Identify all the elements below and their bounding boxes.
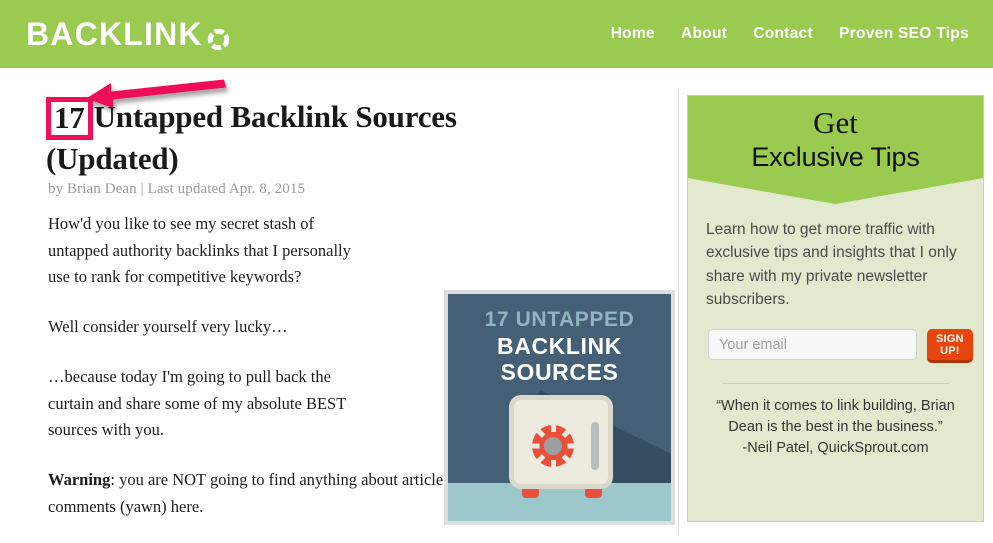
- post-meta: by Brian Dean | Last updated Apr. 8, 201…: [48, 181, 306, 197]
- optin-divider: [722, 383, 949, 384]
- safe-handle-icon: [591, 422, 599, 470]
- optin-title-line-2: Exclusive Tips: [751, 142, 920, 173]
- optin-title-line-1: Get: [813, 105, 858, 140]
- email-field[interactable]: [708, 329, 917, 360]
- main-navigation: Home About Contact Proven SEO Tips: [611, 25, 969, 43]
- optin-description: Learn how to get more traffic with exclu…: [706, 221, 957, 308]
- featured-image-headline-line-a: BACKLINK: [497, 333, 622, 359]
- paragraph-2: Well consider yourself very lucky…: [48, 317, 288, 337]
- featured-image-headline-top: 17 UNTAPPED: [484, 308, 635, 331]
- column-divider: [678, 88, 679, 535]
- paragraph-3: …because today I'm going to pull back th…: [48, 366, 347, 440]
- safe-dial-icon: [531, 424, 575, 468]
- signup-button[interactable]: SIGN UP!: [927, 329, 973, 363]
- optin-form: SIGN UP!: [708, 329, 973, 363]
- featured-image: 17 UNTAPPED BACKLINK SOURCES: [444, 290, 675, 525]
- site-logo[interactable]: BACKLINK: [26, 18, 231, 50]
- featured-image-headline-main: BACKLINK SOURCES: [448, 333, 671, 386]
- dashed-circle-o-icon: [206, 23, 231, 50]
- nav-link-home[interactable]: Home: [611, 25, 655, 43]
- testimonial-line-2: Dean is the best in the business.”: [728, 419, 943, 436]
- title-highlight-badge: 17: [46, 97, 93, 140]
- nav-link-contact[interactable]: Contact: [753, 25, 813, 43]
- nav-link-proven-seo-tips[interactable]: Proven SEO Tips: [839, 25, 969, 43]
- paragraph-1: How'd you like to see my secret stash of…: [48, 214, 351, 287]
- warning-label: Warning: [48, 470, 111, 490]
- testimonial: “When it comes to link building, Brian D…: [702, 396, 969, 459]
- sidebar-optin-widget: Get Exclusive Tips Learn how to get more…: [687, 95, 984, 522]
- title-text: Untapped Backlink Sources (Updated): [46, 99, 457, 176]
- featured-image-canvas: 17 UNTAPPED BACKLINK SOURCES: [448, 294, 671, 521]
- optin-header: Get Exclusive Tips: [688, 96, 983, 204]
- nav-link-about[interactable]: About: [681, 25, 727, 43]
- logo-text: BACKLINK: [26, 16, 203, 52]
- page-body: 17 Untapped Backlink Sources (Updated) by…: [0, 68, 993, 535]
- testimonial-attribution: -Neil Patel, QuickSprout.com: [742, 440, 929, 457]
- page-title: 17 Untapped Backlink Sources (Updated): [46, 96, 566, 178]
- safe-icon: [509, 395, 613, 489]
- featured-image-headline-line-b: SOURCES: [500, 358, 619, 385]
- testimonial-line-1: “When it comes to link building, Brian: [716, 398, 955, 414]
- site-header: BACKLINK Home About Contact Proven SEO T…: [0, 0, 993, 68]
